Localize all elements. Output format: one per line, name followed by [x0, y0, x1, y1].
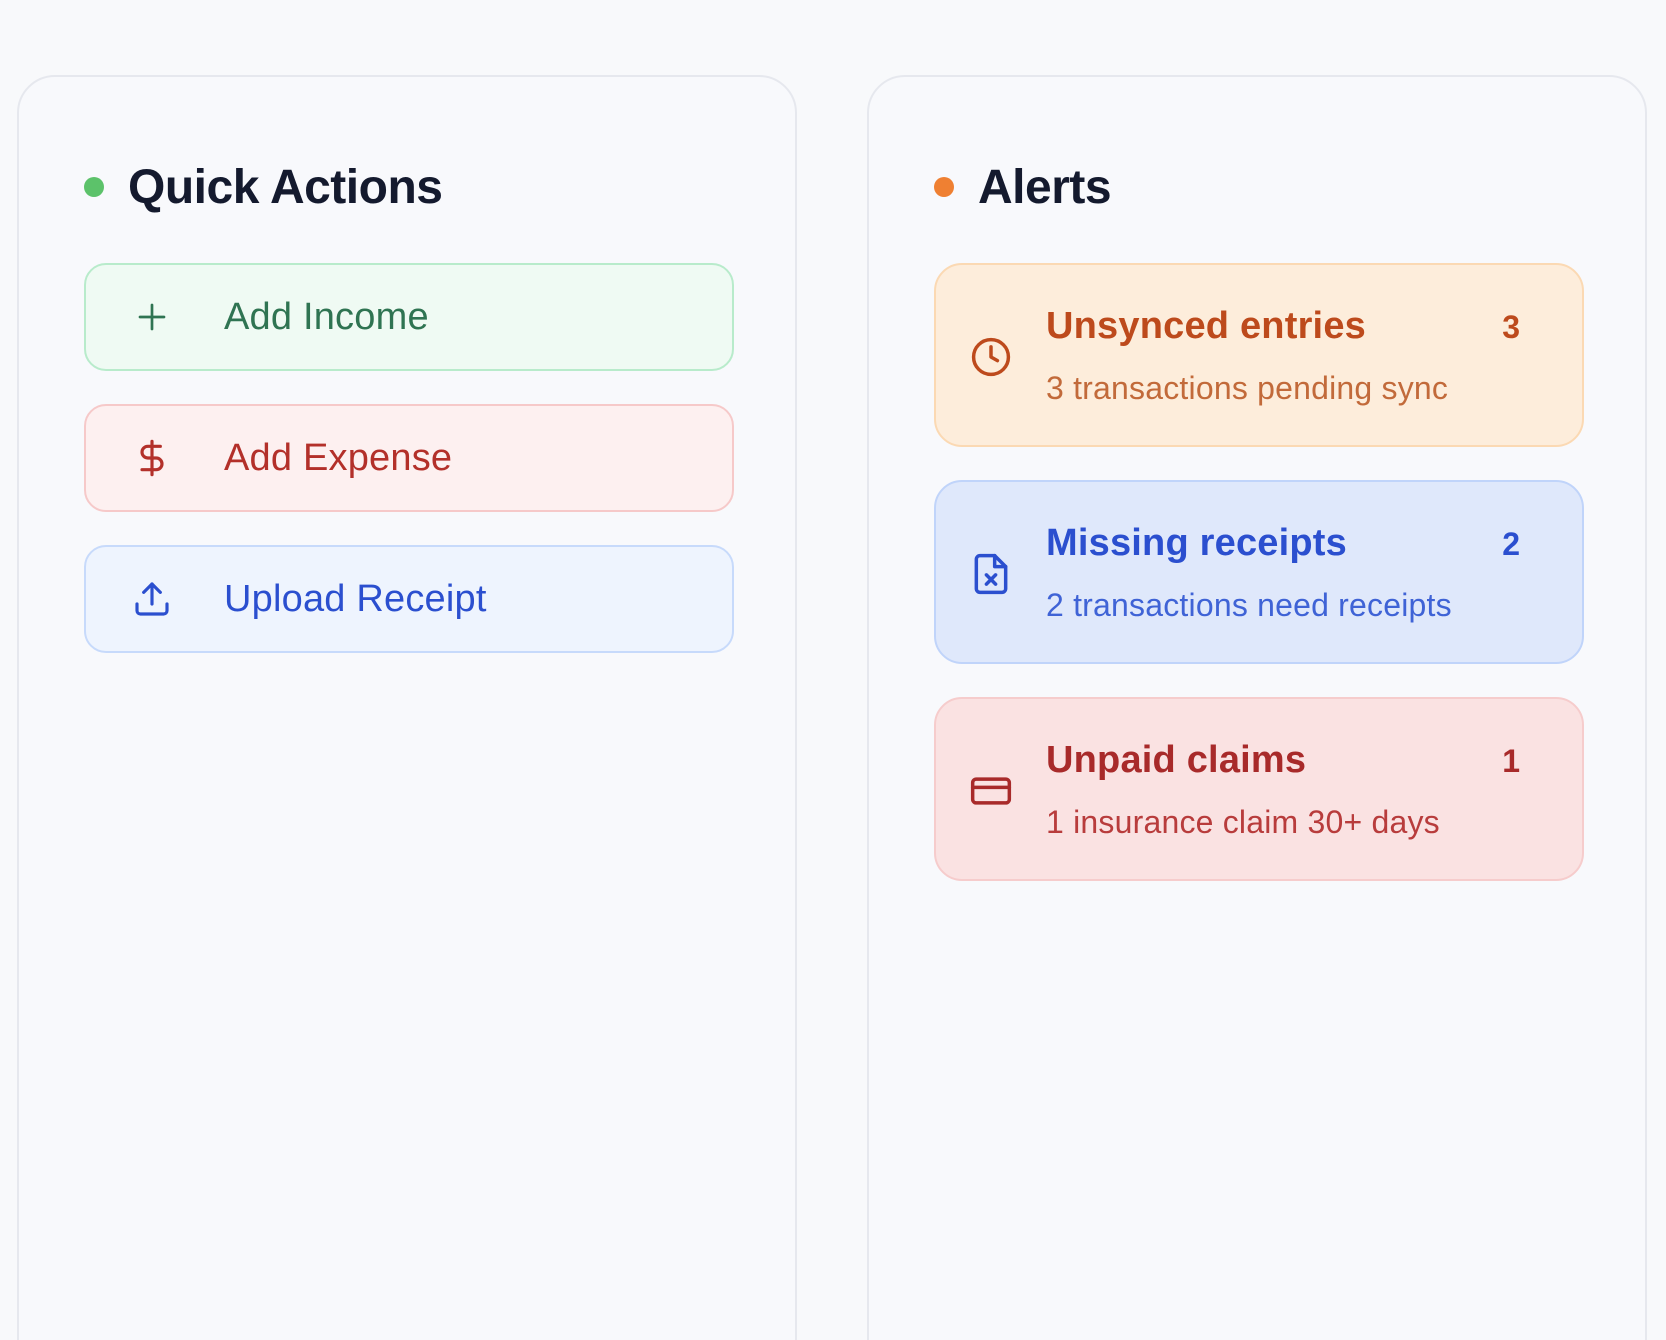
clock-icon — [969, 335, 1013, 379]
alerts-title: Alerts — [978, 160, 1112, 214]
alert-title: Unpaid claims — [1046, 739, 1307, 781]
alert-title: Missing receipts — [1046, 522, 1347, 564]
alert-description: 1 insurance claim 30+ days — [1046, 804, 1440, 840]
dollar-icon — [132, 438, 172, 478]
plus-icon — [132, 297, 172, 337]
file-x-icon — [969, 552, 1013, 596]
add-income-button[interactable]: Add Income — [84, 263, 734, 371]
alert-unpaid-claims[interactable]: Unpaid claims 1 insurance claim 30+ days… — [934, 697, 1584, 881]
alert-count-badge: 3 — [1502, 309, 1520, 345]
alert-unsynced-entries[interactable]: Unsynced entries 3 transactions pending … — [934, 263, 1584, 447]
alerts-header: Alerts — [934, 157, 1112, 217]
add-expense-button[interactable]: Add Expense — [84, 404, 734, 512]
quick-actions-panel: Quick Actions Add Income Add Expense Upl… — [17, 75, 797, 1340]
alert-description: 3 transactions pending sync — [1046, 370, 1449, 406]
add-expense-label: Add Expense — [224, 436, 453, 479]
upload-icon — [132, 579, 172, 619]
credit-card-icon — [969, 769, 1013, 813]
alert-count-badge: 1 — [1502, 743, 1520, 779]
status-dot — [84, 177, 104, 197]
dashboard-page: Quick Actions Add Income Add Expense Upl… — [0, 0, 1666, 1340]
add-income-label: Add Income — [224, 295, 429, 338]
quick-actions-header: Quick Actions — [84, 157, 443, 217]
alert-title: Unsynced entries — [1046, 305, 1366, 347]
upload-receipt-button[interactable]: Upload Receipt — [84, 545, 734, 653]
alert-description: 2 transactions need receipts — [1046, 587, 1452, 623]
upload-receipt-label: Upload Receipt — [224, 577, 487, 620]
status-dot — [934, 177, 954, 197]
alerts-panel: Alerts Unsynced entries 3 transactions p… — [867, 75, 1647, 1340]
quick-actions-list: Add Income Add Expense Upload Receipt — [84, 263, 734, 686]
alert-count-badge: 2 — [1502, 526, 1520, 562]
alert-missing-receipts[interactable]: Missing receipts 2 transactions need rec… — [934, 480, 1584, 664]
alerts-list: Unsynced entries 3 transactions pending … — [934, 263, 1584, 914]
quick-actions-title: Quick Actions — [128, 160, 443, 214]
